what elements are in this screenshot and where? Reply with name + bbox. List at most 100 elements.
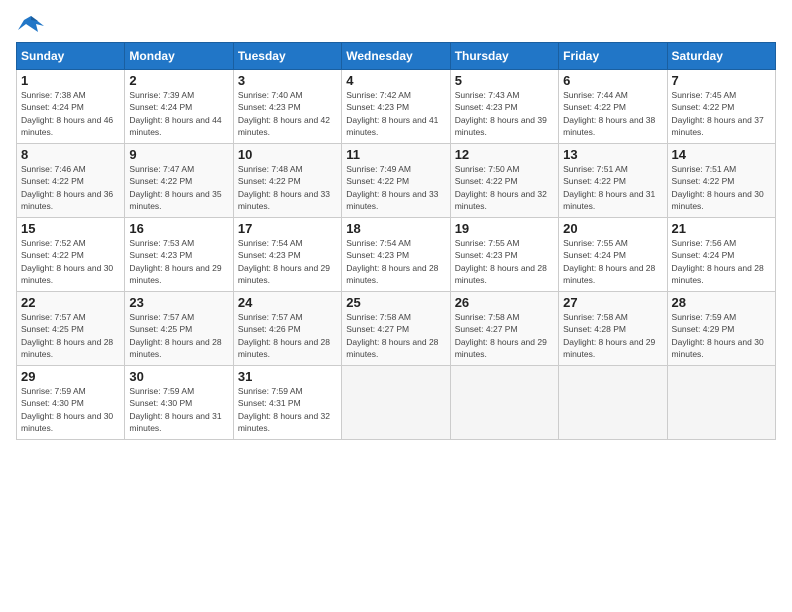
calendar-cell [559, 366, 667, 440]
day-number: 25 [346, 295, 445, 310]
day-info: Sunrise: 7:51 AMSunset: 4:22 PMDaylight:… [563, 163, 662, 212]
calendar-cell: 10Sunrise: 7:48 AMSunset: 4:22 PMDayligh… [233, 144, 341, 218]
calendar-cell: 3Sunrise: 7:40 AMSunset: 4:23 PMDaylight… [233, 70, 341, 144]
day-info: Sunrise: 7:46 AMSunset: 4:22 PMDaylight:… [21, 163, 120, 212]
day-number: 20 [563, 221, 662, 236]
day-number: 24 [238, 295, 337, 310]
calendar-cell: 6Sunrise: 7:44 AMSunset: 4:22 PMDaylight… [559, 70, 667, 144]
day-number: 17 [238, 221, 337, 236]
day-info: Sunrise: 7:57 AMSunset: 4:25 PMDaylight:… [21, 311, 120, 360]
calendar-cell: 19Sunrise: 7:55 AMSunset: 4:23 PMDayligh… [450, 218, 558, 292]
day-header-friday: Friday [559, 43, 667, 70]
day-info: Sunrise: 7:54 AMSunset: 4:23 PMDaylight:… [238, 237, 337, 286]
day-number: 21 [672, 221, 771, 236]
calendar-cell: 17Sunrise: 7:54 AMSunset: 4:23 PMDayligh… [233, 218, 341, 292]
day-header-monday: Monday [125, 43, 233, 70]
day-number: 31 [238, 369, 337, 384]
logo-icon [16, 12, 46, 36]
day-number: 16 [129, 221, 228, 236]
calendar-cell: 18Sunrise: 7:54 AMSunset: 4:23 PMDayligh… [342, 218, 450, 292]
day-number: 2 [129, 73, 228, 88]
day-info: Sunrise: 7:42 AMSunset: 4:23 PMDaylight:… [346, 89, 445, 138]
day-info: Sunrise: 7:43 AMSunset: 4:23 PMDaylight:… [455, 89, 554, 138]
day-number: 14 [672, 147, 771, 162]
day-number: 22 [21, 295, 120, 310]
calendar-cell: 15Sunrise: 7:52 AMSunset: 4:22 PMDayligh… [17, 218, 125, 292]
calendar-cell: 12Sunrise: 7:50 AMSunset: 4:22 PMDayligh… [450, 144, 558, 218]
calendar-cell: 7Sunrise: 7:45 AMSunset: 4:22 PMDaylight… [667, 70, 775, 144]
day-info: Sunrise: 7:59 AMSunset: 4:29 PMDaylight:… [672, 311, 771, 360]
day-number: 18 [346, 221, 445, 236]
calendar-cell: 27Sunrise: 7:58 AMSunset: 4:28 PMDayligh… [559, 292, 667, 366]
calendar-cell: 20Sunrise: 7:55 AMSunset: 4:24 PMDayligh… [559, 218, 667, 292]
calendar-cell [342, 366, 450, 440]
main-container: SundayMondayTuesdayWednesdayThursdayFrid… [0, 0, 792, 452]
day-info: Sunrise: 7:57 AMSunset: 4:26 PMDaylight:… [238, 311, 337, 360]
calendar-cell: 8Sunrise: 7:46 AMSunset: 4:22 PMDaylight… [17, 144, 125, 218]
calendar-cell: 16Sunrise: 7:53 AMSunset: 4:23 PMDayligh… [125, 218, 233, 292]
calendar-cell: 30Sunrise: 7:59 AMSunset: 4:30 PMDayligh… [125, 366, 233, 440]
day-header-tuesday: Tuesday [233, 43, 341, 70]
day-info: Sunrise: 7:49 AMSunset: 4:22 PMDaylight:… [346, 163, 445, 212]
day-info: Sunrise: 7:59 AMSunset: 4:31 PMDaylight:… [238, 385, 337, 434]
day-number: 1 [21, 73, 120, 88]
day-info: Sunrise: 7:55 AMSunset: 4:23 PMDaylight:… [455, 237, 554, 286]
day-info: Sunrise: 7:48 AMSunset: 4:22 PMDaylight:… [238, 163, 337, 212]
day-header-sunday: Sunday [17, 43, 125, 70]
day-header-thursday: Thursday [450, 43, 558, 70]
week-row-5: 29Sunrise: 7:59 AMSunset: 4:30 PMDayligh… [17, 366, 776, 440]
day-number: 6 [563, 73, 662, 88]
day-info: Sunrise: 7:50 AMSunset: 4:22 PMDaylight:… [455, 163, 554, 212]
day-info: Sunrise: 7:38 AMSunset: 4:24 PMDaylight:… [21, 89, 120, 138]
calendar-cell: 13Sunrise: 7:51 AMSunset: 4:22 PMDayligh… [559, 144, 667, 218]
day-info: Sunrise: 7:44 AMSunset: 4:22 PMDaylight:… [563, 89, 662, 138]
day-number: 26 [455, 295, 554, 310]
calendar-cell [667, 366, 775, 440]
day-number: 12 [455, 147, 554, 162]
calendar-cell: 1Sunrise: 7:38 AMSunset: 4:24 PMDaylight… [17, 70, 125, 144]
calendar-cell: 26Sunrise: 7:58 AMSunset: 4:27 PMDayligh… [450, 292, 558, 366]
week-row-2: 8Sunrise: 7:46 AMSunset: 4:22 PMDaylight… [17, 144, 776, 218]
calendar-cell: 21Sunrise: 7:56 AMSunset: 4:24 PMDayligh… [667, 218, 775, 292]
calendar-cell: 9Sunrise: 7:47 AMSunset: 4:22 PMDaylight… [125, 144, 233, 218]
day-number: 13 [563, 147, 662, 162]
day-number: 8 [21, 147, 120, 162]
day-number: 28 [672, 295, 771, 310]
day-info: Sunrise: 7:53 AMSunset: 4:23 PMDaylight:… [129, 237, 228, 286]
day-number: 19 [455, 221, 554, 236]
day-info: Sunrise: 7:58 AMSunset: 4:27 PMDaylight:… [455, 311, 554, 360]
header [16, 12, 776, 36]
day-info: Sunrise: 7:56 AMSunset: 4:24 PMDaylight:… [672, 237, 771, 286]
calendar-cell: 25Sunrise: 7:58 AMSunset: 4:27 PMDayligh… [342, 292, 450, 366]
calendar-cell: 14Sunrise: 7:51 AMSunset: 4:22 PMDayligh… [667, 144, 775, 218]
day-number: 3 [238, 73, 337, 88]
day-number: 4 [346, 73, 445, 88]
day-info: Sunrise: 7:55 AMSunset: 4:24 PMDaylight:… [563, 237, 662, 286]
logo [16, 12, 50, 36]
calendar-cell: 23Sunrise: 7:57 AMSunset: 4:25 PMDayligh… [125, 292, 233, 366]
day-info: Sunrise: 7:52 AMSunset: 4:22 PMDaylight:… [21, 237, 120, 286]
day-number: 29 [21, 369, 120, 384]
week-row-4: 22Sunrise: 7:57 AMSunset: 4:25 PMDayligh… [17, 292, 776, 366]
calendar-cell: 2Sunrise: 7:39 AMSunset: 4:24 PMDaylight… [125, 70, 233, 144]
day-info: Sunrise: 7:47 AMSunset: 4:22 PMDaylight:… [129, 163, 228, 212]
day-info: Sunrise: 7:45 AMSunset: 4:22 PMDaylight:… [672, 89, 771, 138]
day-info: Sunrise: 7:59 AMSunset: 4:30 PMDaylight:… [21, 385, 120, 434]
day-number: 9 [129, 147, 228, 162]
calendar-cell: 28Sunrise: 7:59 AMSunset: 4:29 PMDayligh… [667, 292, 775, 366]
day-number: 5 [455, 73, 554, 88]
day-info: Sunrise: 7:39 AMSunset: 4:24 PMDaylight:… [129, 89, 228, 138]
day-number: 30 [129, 369, 228, 384]
day-header-wednesday: Wednesday [342, 43, 450, 70]
day-number: 15 [21, 221, 120, 236]
calendar-cell: 11Sunrise: 7:49 AMSunset: 4:22 PMDayligh… [342, 144, 450, 218]
calendar-cell: 24Sunrise: 7:57 AMSunset: 4:26 PMDayligh… [233, 292, 341, 366]
day-info: Sunrise: 7:59 AMSunset: 4:30 PMDaylight:… [129, 385, 228, 434]
calendar-cell: 31Sunrise: 7:59 AMSunset: 4:31 PMDayligh… [233, 366, 341, 440]
day-number: 23 [129, 295, 228, 310]
week-row-1: 1Sunrise: 7:38 AMSunset: 4:24 PMDaylight… [17, 70, 776, 144]
days-header-row: SundayMondayTuesdayWednesdayThursdayFrid… [17, 43, 776, 70]
day-header-saturday: Saturday [667, 43, 775, 70]
calendar-cell: 22Sunrise: 7:57 AMSunset: 4:25 PMDayligh… [17, 292, 125, 366]
day-info: Sunrise: 7:51 AMSunset: 4:22 PMDaylight:… [672, 163, 771, 212]
